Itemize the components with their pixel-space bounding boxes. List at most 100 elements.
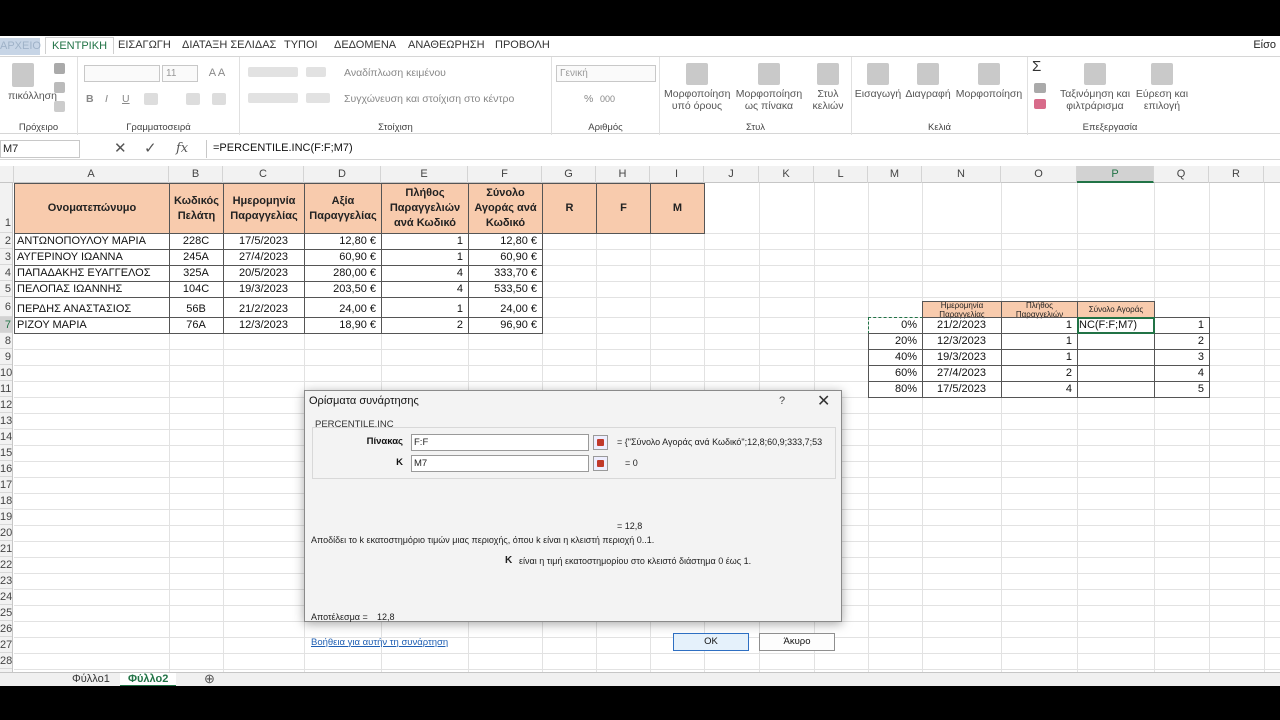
function-help-link[interactable]: Βοήθεια για αυτήν τη συνάρτηση [311, 637, 448, 648]
tab-view[interactable]: ΠΡΟΒΟΛΗ [495, 39, 550, 51]
column-header-n[interactable]: N [922, 166, 1001, 183]
row-header-16[interactable]: 16 [0, 461, 12, 477]
select-all-corner[interactable] [0, 166, 14, 183]
array-collapse-icon[interactable] [593, 435, 608, 450]
row-header-7[interactable]: 7 [0, 317, 12, 333]
row-header-14[interactable]: 14 [0, 429, 12, 445]
tab-formulas[interactable]: ΤΥΠΟΙ [284, 39, 318, 51]
cancel-button[interactable]: Άκυρο [759, 633, 835, 651]
align-left-icon[interactable] [248, 93, 298, 103]
tab-review[interactable]: ΑΝΑΘΕΩΡΗΣΗ [408, 39, 485, 51]
row-header-6[interactable]: 6 [0, 297, 12, 317]
row-header-12[interactable]: 12 [0, 397, 12, 413]
column-header-r[interactable]: R [1209, 166, 1264, 183]
column-header-j[interactable]: J [704, 166, 759, 183]
italic-button[interactable]: I [105, 93, 108, 105]
format-cells-button[interactable]: Μορφοποίηση [954, 63, 1024, 100]
sort-filter-button[interactable]: Ταξινόμηση και φιλτράρισμα [1056, 63, 1134, 112]
enter-icon[interactable]: ✓ [144, 139, 157, 157]
column-header-q[interactable]: Q [1154, 166, 1209, 183]
align-top-icon[interactable] [248, 67, 298, 77]
font-size-buttons[interactable]: A A [202, 67, 232, 79]
font-size-select[interactable]: 11 [162, 65, 198, 82]
cut-icon[interactable] [54, 63, 65, 74]
column-header-d[interactable]: D [304, 166, 381, 183]
format-painter-icon[interactable] [54, 101, 65, 112]
bold-button[interactable]: B [86, 93, 94, 105]
conditional-formatting-button[interactable]: Μορφοποίηση υπό όρους [664, 63, 731, 112]
cancel-icon[interactable]: ✕ [114, 139, 127, 157]
row-header-9[interactable]: 9 [0, 349, 12, 365]
column-header-c[interactable]: C [223, 166, 304, 183]
format-as-table-button[interactable]: Μορφοποίηση ως πίνακα [734, 63, 804, 112]
array-input[interactable]: F:F [411, 434, 589, 451]
ok-button[interactable]: OK [673, 633, 749, 651]
close-icon[interactable]: ✕ [817, 391, 830, 411]
indent-icon[interactable] [306, 93, 330, 103]
row-header-18[interactable]: 18 [0, 493, 12, 509]
formula-input[interactable]: =PERCENTILE.INC(F:F;M7) [206, 140, 1280, 158]
row-header-2[interactable]: 2 [0, 233, 12, 249]
column-header-e[interactable]: E [381, 166, 468, 183]
row-header-26[interactable]: 26 [0, 621, 12, 637]
column-header-s[interactable]: S [1264, 166, 1280, 183]
percent-button[interactable]: % [584, 93, 593, 105]
tab-home[interactable]: ΚΕΝΤΡΙΚΗ [45, 37, 115, 54]
autosum-icon[interactable]: Σ [1032, 59, 1041, 74]
row-header-25[interactable]: 25 [0, 605, 12, 621]
column-header-g[interactable]: G [542, 166, 596, 183]
row-header-11[interactable]: 11 [0, 381, 12, 397]
sign-in-link[interactable]: Είσο [1253, 39, 1276, 51]
column-header-o[interactable]: O [1001, 166, 1077, 183]
paste-button[interactable]: πικόλληση [8, 63, 57, 102]
thousands-button[interactable]: 000 [600, 93, 615, 105]
orientation-icon[interactable] [306, 67, 326, 77]
tab-insert[interactable]: ΕΙΣΑΓΩΓΗ [118, 39, 171, 51]
tab-page-layout[interactable]: ΔΙΑΤΑΞΗ ΣΕΛΙΔΑΣ [182, 39, 276, 51]
column-header-m[interactable]: M [868, 166, 922, 183]
sheet-tab-1[interactable]: Φύλλο1 [64, 673, 118, 686]
copy-icon[interactable] [54, 82, 65, 93]
row-header-19[interactable]: 19 [0, 509, 12, 525]
wrap-text-button[interactable]: Αναδίπλωση κειμένου [344, 67, 446, 79]
row-header-28[interactable]: 28 [0, 653, 12, 669]
row-header-27[interactable]: 27 [0, 637, 12, 653]
font-color-icon[interactable] [212, 93, 226, 105]
k-collapse-icon[interactable] [593, 456, 608, 471]
name-box[interactable]: M7 [0, 140, 80, 158]
column-header-i[interactable]: I [650, 166, 704, 183]
merge-center-button[interactable]: Συγχώνευση και στοίχιση στο κέντρο [344, 93, 514, 105]
cell-styles-button[interactable]: Στυλ κελιών [810, 63, 846, 112]
borders-icon[interactable] [144, 93, 158, 105]
row-header-20[interactable]: 20 [0, 525, 12, 541]
row-header-4[interactable]: 4 [0, 265, 12, 281]
font-name-select[interactable] [84, 65, 160, 82]
row-header-5[interactable]: 5 [0, 281, 12, 297]
column-header-b[interactable]: B [169, 166, 223, 183]
fill-color-icon[interactable] [186, 93, 200, 105]
help-icon[interactable]: ? [779, 395, 785, 407]
row-header-10[interactable]: 10 [0, 365, 12, 381]
row-header-8[interactable]: 8 [0, 333, 12, 349]
underline-button[interactable]: U [122, 93, 130, 105]
tab-data[interactable]: ΔΕΔΟΜΕΝΑ [334, 39, 396, 51]
row-header-3[interactable]: 3 [0, 249, 12, 265]
number-format-select[interactable]: Γενική [556, 65, 656, 82]
tab-file[interactable]: ΑΡΧΕΙΟ [0, 38, 41, 55]
clear-icon[interactable] [1034, 99, 1046, 109]
add-sheet-icon[interactable]: ⊕ [196, 672, 223, 686]
row-header-23[interactable]: 23 [0, 573, 12, 589]
fill-icon[interactable] [1034, 83, 1046, 93]
row-header-13[interactable]: 13 [0, 413, 12, 429]
column-header-f[interactable]: F [468, 166, 542, 183]
column-header-h[interactable]: H [596, 166, 650, 183]
find-select-button[interactable]: Εύρεση και επιλογή [1134, 63, 1190, 112]
row-header-24[interactable]: 24 [0, 589, 12, 605]
row-header-21[interactable]: 21 [0, 541, 12, 557]
sheet-tab-2[interactable]: Φύλλο2 [120, 673, 177, 686]
insert-cells-button[interactable]: Εισαγωγή [854, 63, 902, 100]
k-input[interactable]: M7 [411, 455, 589, 472]
insert-function-icon[interactable]: fx [176, 141, 188, 156]
row-header-1[interactable]: 1 [0, 183, 12, 233]
column-header-l[interactable]: L [814, 166, 868, 183]
